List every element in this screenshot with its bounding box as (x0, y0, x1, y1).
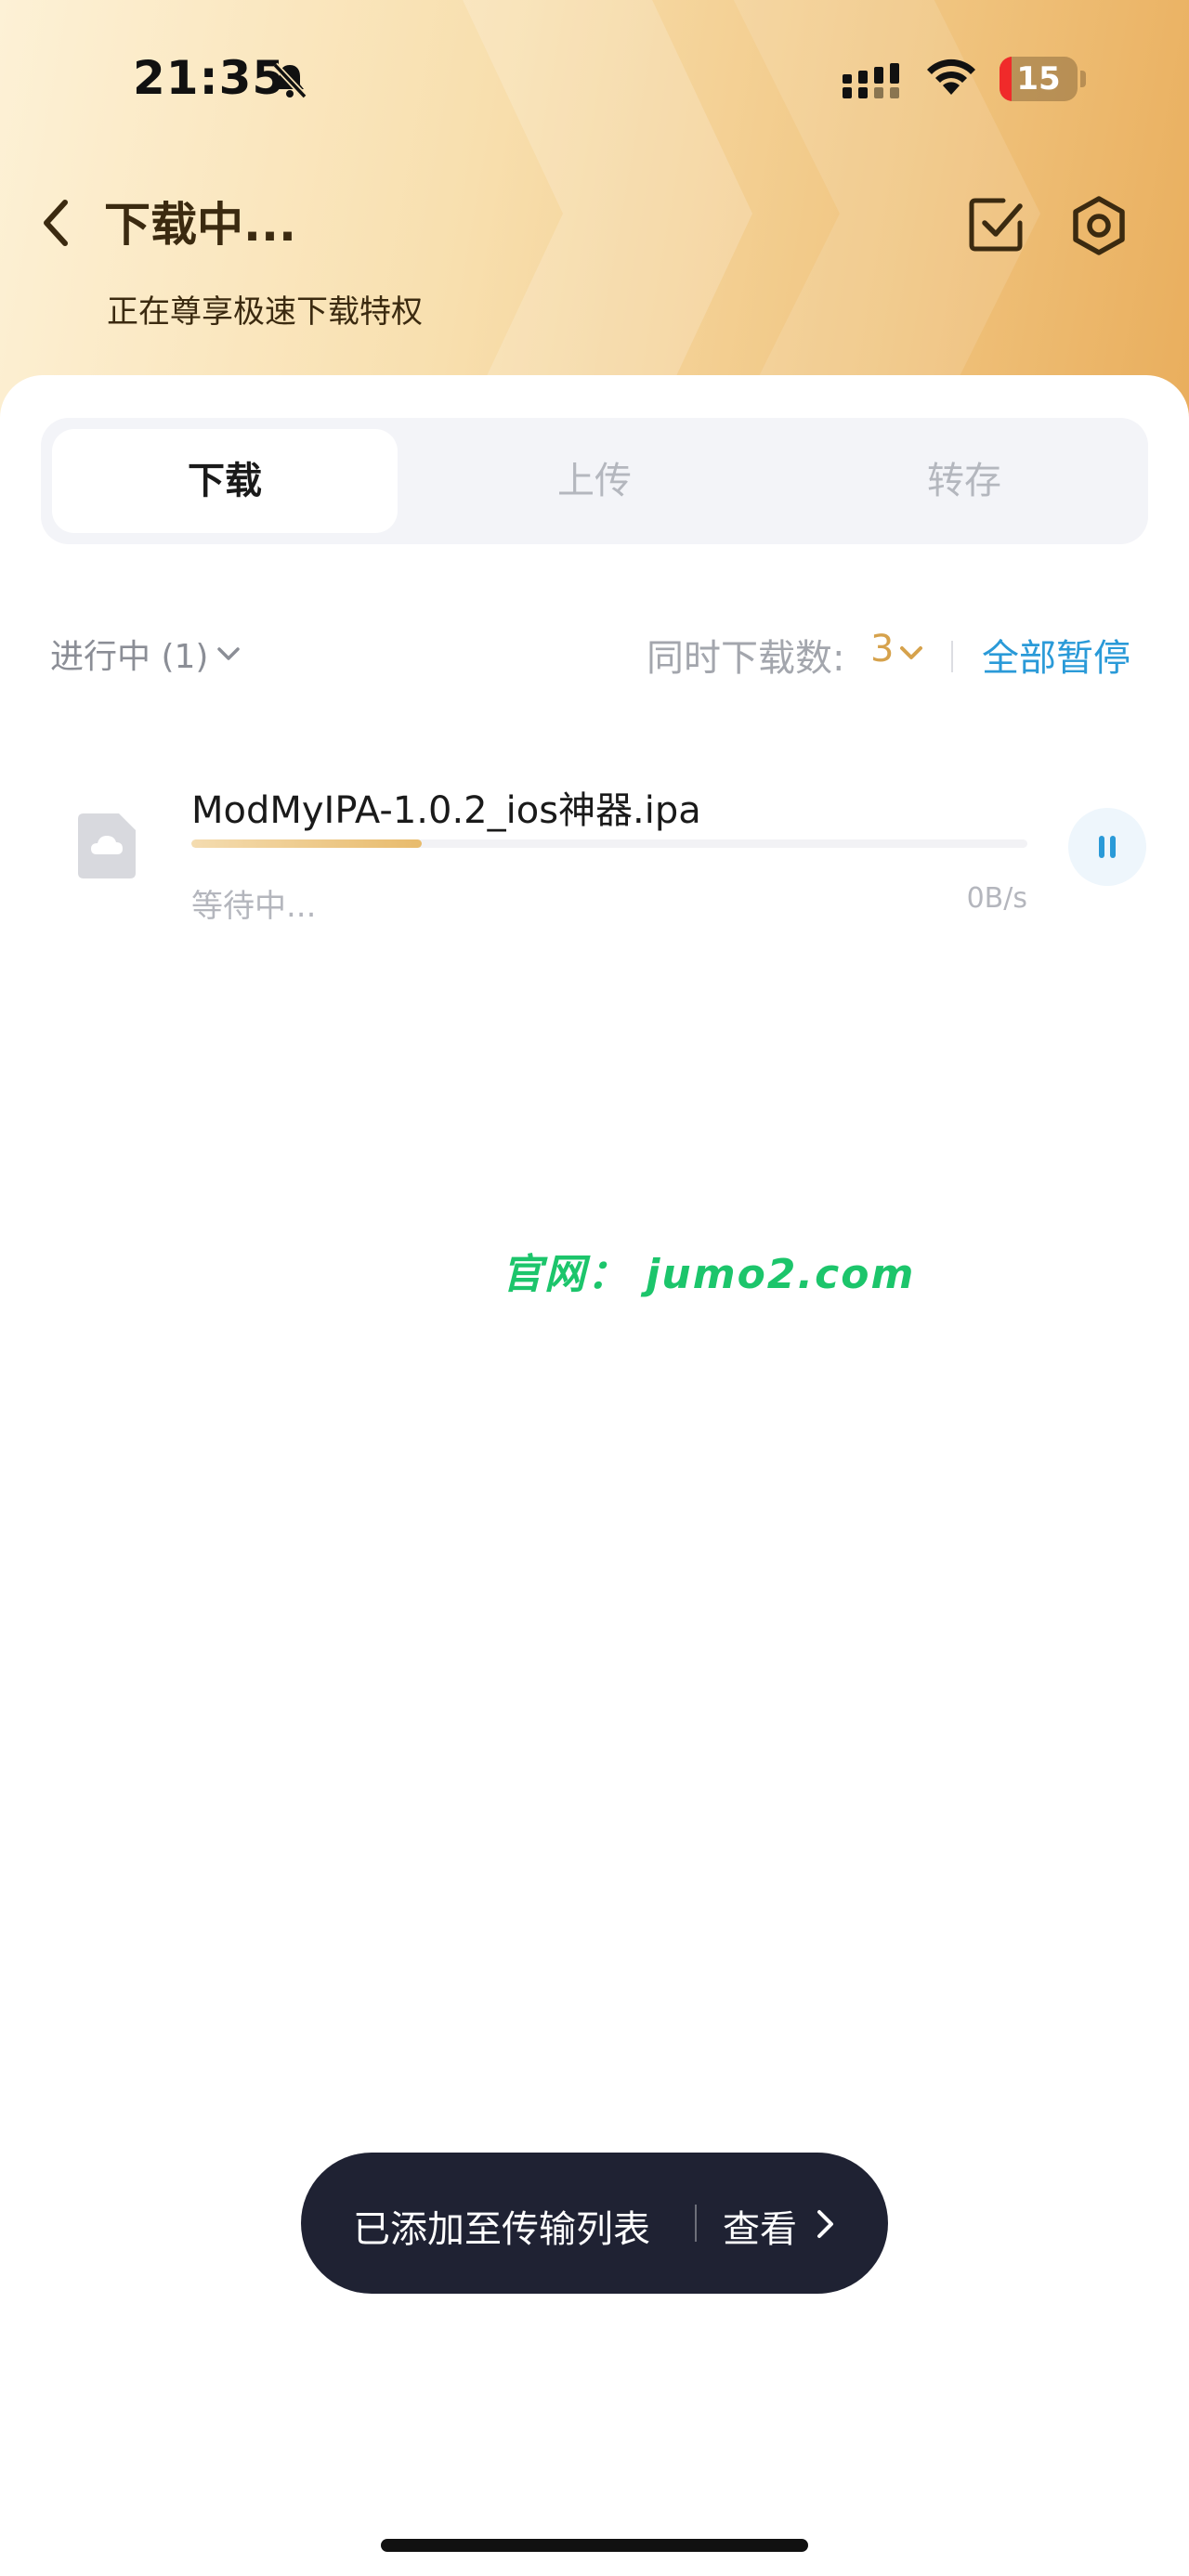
back-chevron-icon[interactable] (37, 195, 74, 251)
chevron-down-icon[interactable] (216, 641, 242, 667)
toast-view-button[interactable]: 查看 (723, 2199, 797, 2253)
battery-tip (1080, 71, 1086, 87)
concurrency-value[interactable]: 3 (870, 628, 894, 670)
bell-muted-icon (272, 62, 307, 99)
download-progress-fill (191, 839, 422, 848)
page-subtitle: 正在尊享极速下载特权 (107, 293, 423, 331)
tab-upload[interactable]: 上传 (422, 429, 767, 533)
download-speed: 0B/s (966, 882, 1027, 915)
file-name: ModMyIPA-1.0.2_ios神器.ipa (191, 789, 701, 832)
transfer-tabs: 下载 上传 转存 (41, 418, 1148, 544)
chevron-down-icon[interactable] (897, 639, 925, 667)
controls-divider (951, 641, 953, 672)
toast-message: 已添加至传输列表 (353, 2208, 650, 2251)
download-list-item[interactable]: ModMyIPA-1.0.2_ios神器.ipa 等待中... 0B/s (0, 761, 1189, 929)
toast-notification: 已添加至传输列表 查看 (301, 2153, 888, 2294)
page-title: 下载中... (104, 198, 296, 252)
toast-divider (695, 2205, 697, 2242)
download-status: 等待中... (191, 888, 317, 925)
multi-select-icon[interactable] (966, 195, 1026, 254)
settings-icon[interactable] (1068, 195, 1130, 256)
cellular-signal-icon (843, 63, 899, 98)
pause-icon (1099, 836, 1104, 858)
header-decoration (437, 0, 752, 427)
pause-download-button[interactable] (1068, 808, 1146, 886)
watermark-text: 官网： jumo2.com (502, 1251, 916, 1298)
pause-all-button[interactable]: 全部暂停 (982, 628, 1130, 682)
status-filter-dropdown[interactable]: 进行中 (1) (50, 630, 208, 678)
battery-indicator: 15 (1000, 57, 1078, 101)
battery-level: 15 (1016, 60, 1061, 98)
home-indicator[interactable] (381, 2539, 808, 2552)
pause-icon (1110, 836, 1116, 858)
cloud-file-icon (78, 813, 136, 878)
wifi-icon (927, 59, 975, 95)
chevron-right-icon[interactable] (810, 2208, 840, 2240)
tab-transfer-save[interactable]: 转存 (791, 429, 1137, 533)
download-progress-track (191, 839, 1027, 848)
tab-download[interactable]: 下载 (52, 429, 398, 533)
concurrency-label: 同时下载数: (647, 637, 845, 680)
status-time: 21:35 (133, 51, 286, 105)
